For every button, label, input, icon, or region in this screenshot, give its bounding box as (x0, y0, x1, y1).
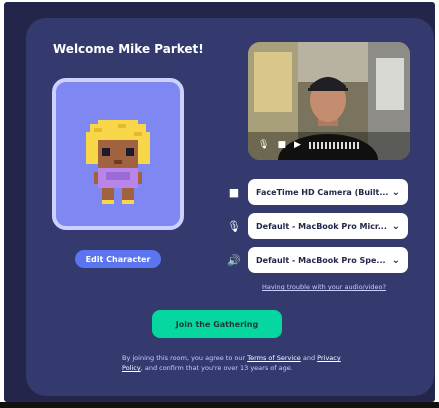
play-icon[interactable]: ▶ (294, 138, 301, 152)
bottom-bar (0, 402, 439, 408)
terms-notice: By joining this room, you agree to our T… (122, 354, 341, 372)
camera-select-value: FaceTime HD Camera (Built... (256, 187, 389, 197)
audio-level-meter (308, 141, 359, 149)
chevron-down-icon: ⌄ (391, 254, 400, 266)
speaker-icon: 🔊 (227, 253, 241, 267)
microphone-icon: 🎙 (227, 219, 241, 233)
camera-select[interactable]: FaceTime HD Camera (Built... ⌄ (248, 179, 408, 205)
microphone-select-row: 🎙 Default - MacBook Pro Micr... ⌄ (222, 213, 408, 239)
camera-select-row: ■ FaceTime HD Camera (Built... ⌄ (222, 179, 408, 205)
welcome-title: Welcome Mike Parket! (53, 42, 204, 56)
chevron-down-icon: ⌄ (391, 220, 400, 232)
video-preview: 🎙 ■ ▶ (248, 42, 410, 160)
camera-icon: ■ (228, 185, 240, 199)
speaker-select[interactable]: Default - MacBook Pro Spe... ⌄ (248, 247, 408, 273)
app-frame: Welcome Mike Parket! Edit Character 🎙 ■ … (4, 2, 435, 402)
character-preview (52, 78, 184, 230)
join-gathering-button[interactable]: Join the Gathering (152, 310, 282, 338)
microphone-icon[interactable]: 🎙 (258, 138, 269, 152)
terms-of-service-link[interactable]: Terms of Service (247, 354, 301, 362)
speaker-select-row: 🔊 Default - MacBook Pro Spe... ⌄ (222, 247, 408, 273)
microphone-select[interactable]: Default - MacBook Pro Micr... ⌄ (248, 213, 408, 239)
character-sprite (86, 120, 150, 204)
join-panel: Welcome Mike Parket! Edit Character 🎙 ■ … (26, 18, 434, 396)
edit-character-button[interactable]: Edit Character (75, 250, 161, 268)
speaker-select-value: Default - MacBook Pro Spe... (256, 255, 386, 265)
av-trouble-link[interactable]: Having trouble with your audio/video? (262, 283, 386, 291)
camera-icon[interactable]: ■ (277, 138, 286, 152)
video-controls: 🎙 ■ ▶ (258, 138, 359, 152)
chevron-down-icon: ⌄ (391, 186, 400, 198)
microphone-select-value: Default - MacBook Pro Micr... (256, 221, 387, 231)
